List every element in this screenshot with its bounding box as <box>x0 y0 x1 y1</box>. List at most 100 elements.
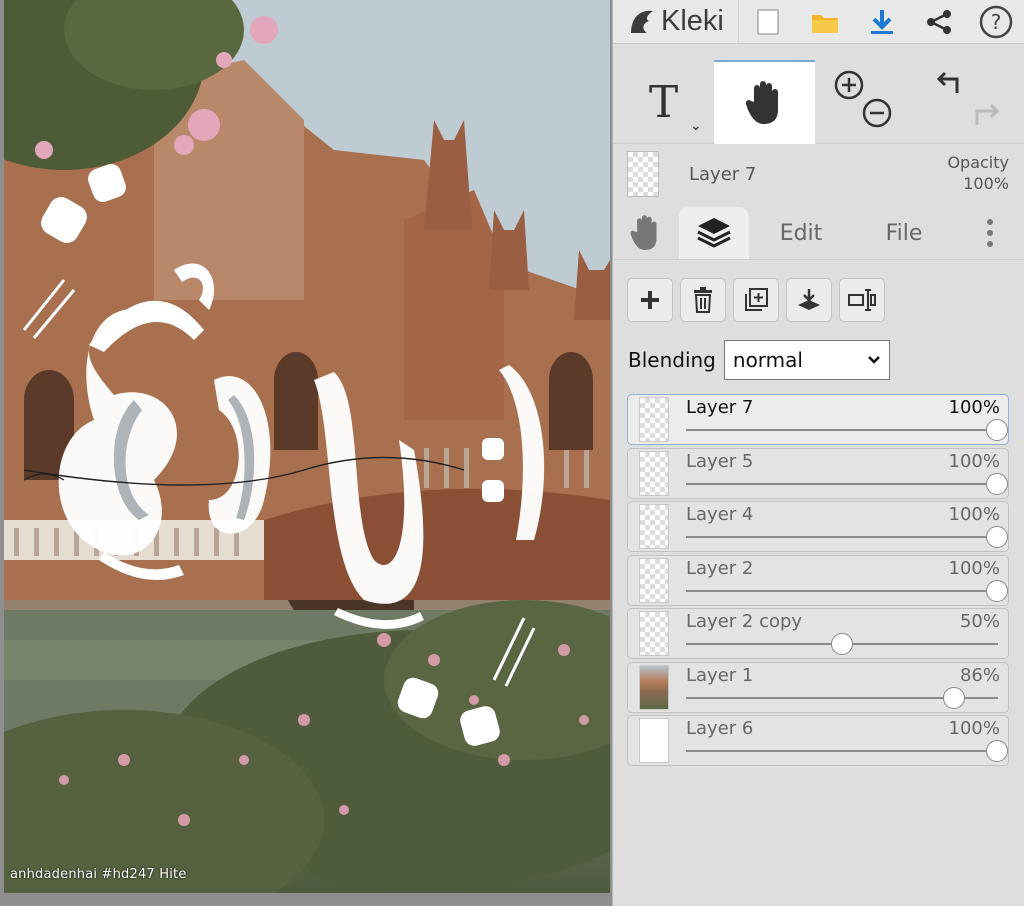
share-button[interactable] <box>910 0 967 44</box>
download-button[interactable] <box>853 0 910 44</box>
rename-icon <box>848 289 876 311</box>
layer-opacity: 100% <box>948 504 1000 525</box>
opacity-slider-track[interactable] <box>686 429 998 431</box>
tab-layers[interactable] <box>679 207 749 259</box>
blending-label: Blending <box>628 348 716 372</box>
layer-opacity: 100% <box>948 718 1000 739</box>
layer-thumbnail <box>639 557 669 603</box>
tab-hand[interactable] <box>613 207 679 259</box>
add-layer-button[interactable] <box>627 278 673 322</box>
merge-down-icon <box>798 289 820 310</box>
chevron-down-icon <box>868 356 880 364</box>
hand-icon <box>630 215 657 250</box>
opacity-slider-handle[interactable] <box>986 526 1008 548</box>
blending-select[interactable]: normal <box>723 340 890 380</box>
blending-value: normal <box>732 348 803 372</box>
undo-redo-icon <box>936 71 999 125</box>
undo-redo-buttons[interactable] <box>916 60 1017 144</box>
plus-icon <box>641 291 659 309</box>
hand-tool-button[interactable] <box>714 60 815 144</box>
zoom-tool-buttons[interactable] <box>815 60 916 144</box>
layer-thumbnail <box>639 718 669 763</box>
layer-thumbnail <box>639 611 669 656</box>
download-icon <box>870 9 893 34</box>
chevron-down-icon[interactable]: ⌄ <box>690 118 702 134</box>
open-folder-icon <box>811 14 838 33</box>
layer-opacity: 100% <box>948 450 1000 472</box>
help-icon: ? <box>979 5 1012 38</box>
layer-thumbnail <box>639 450 669 496</box>
panel-tabs: Edit File <box>613 203 1024 259</box>
tab-file[interactable]: File <box>853 207 955 259</box>
hand-icon <box>745 81 778 124</box>
tab-edit[interactable]: Edit <box>749 207 853 259</box>
opacity-slider-track[interactable] <box>686 750 998 752</box>
layer-row[interactable]: Layer 1 86% <box>627 661 1009 713</box>
opacity-slider-handle[interactable] <box>831 633 853 655</box>
layer-thumbnail <box>639 664 669 710</box>
open-file-button[interactable] <box>796 0 853 44</box>
new-file-icon <box>757 9 778 34</box>
tool-row: T ⌄ <box>613 60 1024 144</box>
layer-name: Layer 2 <box>686 557 754 579</box>
opacity-slider-track[interactable] <box>686 589 998 592</box>
layers-pane: Blending normal Layer 7 100% Layer 5 100… <box>613 259 1024 906</box>
share-icon <box>926 9 951 34</box>
duplicate-layer-button[interactable] <box>733 278 779 322</box>
merge-down-button[interactable] <box>786 278 832 322</box>
layer-name: Layer 6 <box>686 718 754 739</box>
kleki-logo[interactable]: Kleki <box>613 0 739 44</box>
layers-icon <box>697 218 731 248</box>
canvas-area[interactable]: anhdadenhai #hd247 Hite <box>0 0 612 906</box>
canvas-artwork <box>4 0 610 893</box>
layer-actions <box>627 278 892 322</box>
layer-opacity: 100% <box>948 397 1000 418</box>
drawing-canvas[interactable]: anhdadenhai #hd247 Hite <box>4 0 610 893</box>
new-image-button[interactable] <box>739 0 796 44</box>
layer-row[interactable]: Layer 4 100% <box>627 501 1009 552</box>
layer-opacity: 50% <box>959 611 1000 632</box>
current-layer-opacity: Opacity 100% <box>947 152 1009 194</box>
opacity-slider-handle[interactable] <box>986 472 1008 495</box>
opacity-label: Opacity <box>947 153 1009 172</box>
zoom-in-out-icon <box>834 70 891 128</box>
opacity-slider-handle[interactable] <box>943 686 965 709</box>
layer-row[interactable]: Layer 5 100% <box>627 447 1009 499</box>
layer-name: Layer 5 <box>686 450 754 472</box>
opacity-slider-track[interactable] <box>686 536 998 538</box>
layer-row[interactable]: Layer 2 copy 50% <box>627 608 1009 659</box>
opacity-slider-track[interactable] <box>686 482 998 485</box>
layer-name: Layer 2 copy <box>686 611 803 632</box>
duplicate-icon <box>745 288 768 311</box>
watermark-text: anhdadenhai #hd247 Hite <box>10 867 187 882</box>
rename-layer-button[interactable] <box>839 278 885 322</box>
svg-text:?: ? <box>990 10 1001 34</box>
kleki-logo-icon <box>631 10 653 33</box>
current-layer-name: Layer 7 <box>689 164 757 185</box>
layer-name: Layer 7 <box>686 397 754 418</box>
more-menu-button[interactable] <box>955 207 1024 259</box>
current-layer-thumbnail <box>627 151 659 197</box>
help-button[interactable]: ? <box>967 0 1024 44</box>
layer-row[interactable]: Layer 7 100% <box>627 394 1009 445</box>
layer-list: Layer 7 100% Layer 5 100% Layer 4 100% L… <box>627 394 1009 769</box>
opacity-slider-handle[interactable] <box>986 419 1008 441</box>
more-vertical-icon <box>987 219 993 247</box>
layer-row[interactable]: Layer 6 100% <box>627 715 1009 766</box>
delete-layer-button[interactable] <box>680 278 726 322</box>
current-layer-header: Layer 7 Opacity 100% <box>613 145 1024 201</box>
blending-control: Blending normal <box>628 340 890 380</box>
opacity-slider-handle[interactable] <box>986 579 1008 602</box>
layer-name: Layer 4 <box>686 504 754 525</box>
layer-thumbnail <box>639 504 669 549</box>
layer-row[interactable]: Layer 2 100% <box>627 554 1009 606</box>
text-tool-icon: T <box>648 76 679 128</box>
opacity-value: 100% <box>963 174 1009 193</box>
app-name: Kleki <box>661 5 724 37</box>
trash-icon <box>694 287 712 313</box>
layer-thumbnail <box>639 397 669 442</box>
opacity-slider-handle[interactable] <box>986 740 1008 762</box>
side-panel: Kleki ? T ⌄ Layer 7 Opacity 100% Edit Fi… <box>612 0 1024 906</box>
text-tool-button[interactable]: T ⌄ <box>613 60 714 144</box>
layer-opacity: 100% <box>948 557 1000 579</box>
